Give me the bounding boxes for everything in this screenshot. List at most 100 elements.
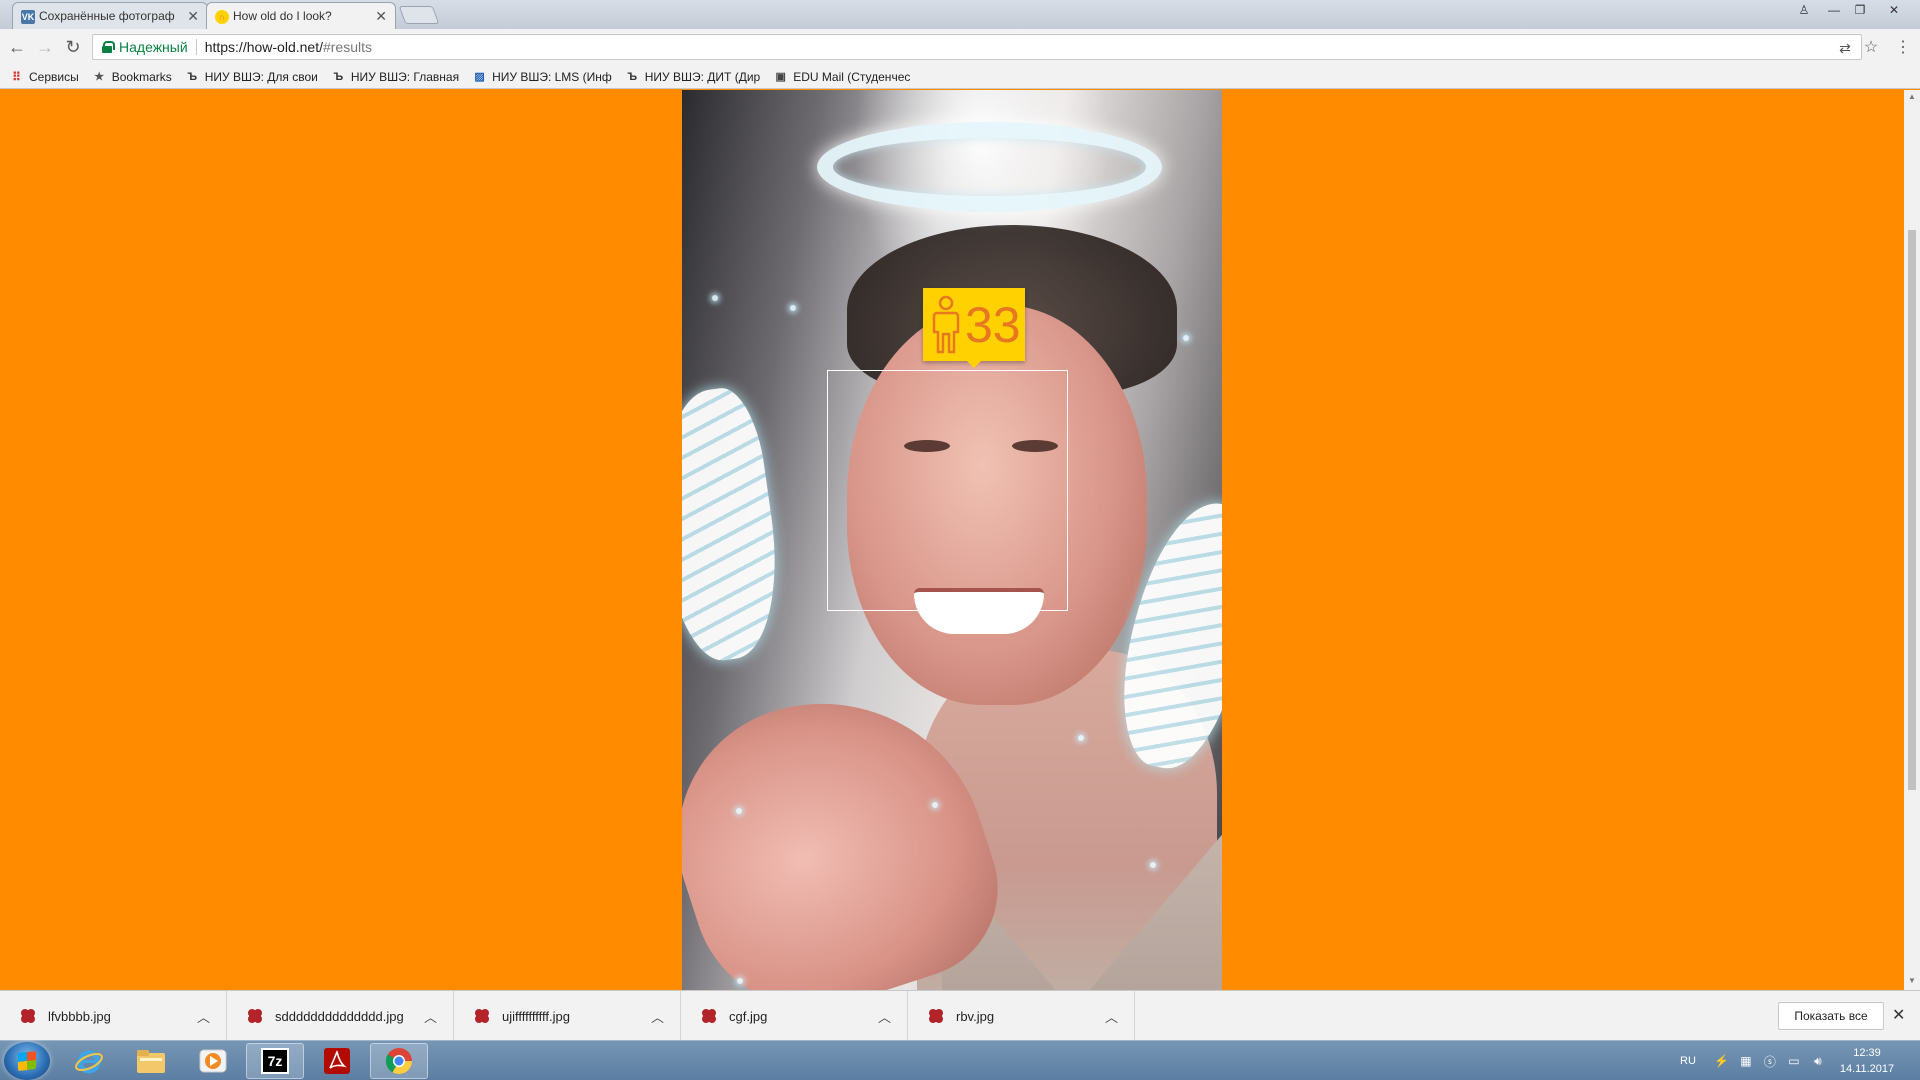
close-icon[interactable]: ✕ xyxy=(187,8,199,25)
tab-strip: VK Сохранённые фотограф ✕ ∩ How old do I… xyxy=(0,0,1920,29)
download-item[interactable]: rbv.jpg ︿ xyxy=(908,991,1135,1041)
page-content: 33 xyxy=(0,90,1904,990)
bookmark-label: НИУ ВШЭ: Для свои xyxy=(204,69,318,84)
hse-icon: Ъ xyxy=(333,70,344,83)
left-wing-effect xyxy=(682,383,791,667)
download-item[interactable]: sdddddddddddddd.jpg ︿ xyxy=(227,991,454,1041)
bookmark-label: НИУ ВШЭ: LMS (Инф xyxy=(492,69,612,84)
chevron-up-icon[interactable]: ︿ xyxy=(878,1007,891,1026)
image-file-icon xyxy=(247,1008,263,1024)
bookmark-label: НИУ ВШЭ: ДИТ (Дир xyxy=(644,69,761,84)
chevron-up-icon[interactable]: ︿ xyxy=(1105,1007,1118,1026)
bookmark-label: Сервисы xyxy=(29,69,79,84)
image-file-icon xyxy=(474,1008,490,1024)
bookmark-label: НИУ ВШЭ: Главная xyxy=(350,69,460,84)
chrome-icon[interactable] xyxy=(370,1043,428,1079)
acrobat-icon[interactable] xyxy=(308,1043,366,1079)
address-bar[interactable]: Надежный https://how-old.net/ #results ⇄ xyxy=(92,34,1862,60)
display-icon[interactable]: ▭ xyxy=(1786,1053,1802,1069)
url-host: https://how-old.net/ xyxy=(204,39,323,55)
restore-button[interactable]: ❐ xyxy=(1848,2,1872,18)
download-filename: lfvbbbb.jpg xyxy=(48,1008,111,1024)
page-scrollbar[interactable]: ▲ ▼ xyxy=(1904,90,1920,990)
close-window-button[interactable]: ✕ xyxy=(1882,2,1906,18)
bookmark-services[interactable]: ⠿ Сервисы xyxy=(10,70,79,84)
back-button[interactable]: ← xyxy=(6,36,28,58)
sparkle xyxy=(712,295,718,301)
lock-icon xyxy=(101,41,115,53)
menu-icon[interactable]: ⋮ xyxy=(1892,36,1914,58)
start-button[interactable] xyxy=(4,1042,50,1080)
tab-title: Сохранённые фотограф xyxy=(39,9,175,23)
bookmark-label: EDU Mail (Студенчес xyxy=(793,69,911,84)
skype-icon[interactable]: ⓢ xyxy=(1762,1053,1778,1069)
bookmarks-bar: ⠿ Сервисы ★ Bookmarks Ъ НИУ ВШЭ: Для сво… xyxy=(0,65,1920,89)
download-item[interactable]: ujiffffffffff.jpg ︿ xyxy=(454,991,681,1041)
download-item[interactable]: lfvbbbb.jpg ︿ xyxy=(0,991,227,1041)
7zip-icon[interactable]: 7z xyxy=(246,1043,304,1079)
sparkle xyxy=(790,305,796,311)
browser-toolbar: ← → ↻ Надежный https://how-old.net/ #res… xyxy=(0,29,1920,65)
chevron-up-icon[interactable]: ︿ xyxy=(424,1007,437,1026)
profile-icon[interactable]: ♙ xyxy=(1792,2,1816,18)
bookmark-edu-mail[interactable]: ▣ EDU Mail (Студенчес xyxy=(774,69,911,84)
clock-date: 14.11.2017 xyxy=(1839,1063,1895,1075)
lms-icon: ▨ xyxy=(474,71,485,83)
sparkle xyxy=(1078,735,1084,741)
media-player-icon[interactable] xyxy=(184,1043,242,1079)
url-path: #results xyxy=(322,39,373,55)
system-tray: RU ⚡ ▦ ⓢ ▭ 🔊︎ xyxy=(1660,1041,1826,1080)
age-badge: 33 xyxy=(923,288,1025,368)
download-filename: cgf.jpg xyxy=(729,1008,768,1024)
sparkle xyxy=(1183,335,1189,341)
sparkle xyxy=(932,802,938,808)
apps-grid-icon: ⠿ xyxy=(12,69,21,84)
download-filename: ujiffffffffff.jpg xyxy=(502,1008,570,1024)
show-all-downloads-button[interactable]: Показать все xyxy=(1778,1002,1884,1030)
tab-vk-saved-photos[interactable]: VK Сохранённые фотограф ✕ xyxy=(12,2,208,29)
sparkle xyxy=(1150,862,1156,868)
bookmark-star-icon[interactable]: ☆ xyxy=(1860,36,1882,58)
bookmark-hse-dit[interactable]: Ъ НИУ ВШЭ: ДИТ (Дир xyxy=(626,70,760,84)
face-detection-box xyxy=(827,370,1068,611)
minimize-button[interactable]: — xyxy=(1822,2,1846,18)
language-indicator[interactable]: RU xyxy=(1680,1055,1696,1067)
file-explorer-icon[interactable] xyxy=(122,1043,180,1079)
vk-icon: VK xyxy=(21,10,35,24)
close-icon[interactable]: ✕ xyxy=(1892,1005,1905,1025)
male-person-icon xyxy=(932,295,960,353)
chevron-up-icon[interactable]: ︿ xyxy=(197,1007,210,1026)
forward-button[interactable]: → xyxy=(34,36,56,58)
edu-mail-icon: ▣ xyxy=(775,71,786,83)
omnibox-separator xyxy=(195,39,197,55)
updates-icon[interactable]: ▦ xyxy=(1738,1053,1754,1069)
download-shelf: lfvbbbb.jpg ︿ sdddddddddddddd.jpg ︿ ujif… xyxy=(0,990,1920,1041)
close-icon[interactable]: ✕ xyxy=(375,8,387,25)
clock[interactable]: 12:39 14.11.2017 xyxy=(1822,1045,1912,1077)
reload-button[interactable]: ↻ xyxy=(62,36,84,58)
bookmark-label: Bookmarks xyxy=(111,69,172,84)
chevron-up-icon[interactable]: ︿ xyxy=(651,1007,664,1026)
new-tab-button[interactable] xyxy=(398,6,440,24)
tab-how-old[interactable]: ∩ How old do I look? ✕ xyxy=(206,2,396,29)
download-item[interactable]: cgf.jpg ︿ xyxy=(681,991,908,1041)
image-file-icon xyxy=(20,1008,36,1024)
sparkle xyxy=(737,978,743,984)
sparkle xyxy=(736,808,742,814)
internet-explorer-icon[interactable] xyxy=(60,1043,118,1079)
bookmark-hse-lms[interactable]: ▨ НИУ ВШЭ: LMS (Инф xyxy=(473,69,612,84)
bookmark-bookmarks[interactable]: ★ Bookmarks xyxy=(93,69,172,84)
secure-label: Надежный xyxy=(119,39,188,55)
halo-effect xyxy=(817,122,1162,212)
image-file-icon xyxy=(928,1008,944,1024)
scroll-down-arrow-icon[interactable]: ▼ xyxy=(1907,976,1917,986)
tab-title: How old do I look? xyxy=(233,9,332,23)
network-icon[interactable]: ⚡ xyxy=(1714,1053,1730,1069)
age-value: 33 xyxy=(965,296,1021,353)
scroll-up-arrow-icon[interactable]: ▲ xyxy=(1907,92,1917,102)
bookmark-hse-personal[interactable]: Ъ НИУ ВШЭ: Для свои xyxy=(186,69,318,84)
how-old-icon: ∩ xyxy=(215,10,229,24)
scroll-thumb[interactable] xyxy=(1908,230,1916,790)
bookmark-hse-main[interactable]: Ъ НИУ ВШЭ: Главная xyxy=(332,69,460,84)
download-filename: sdddddddddddddd.jpg xyxy=(275,1008,404,1024)
